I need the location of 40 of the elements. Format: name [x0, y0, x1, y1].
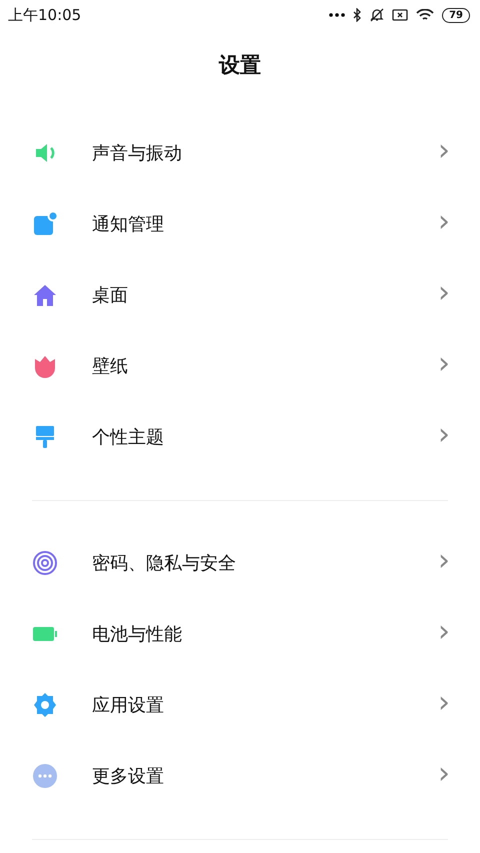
- battery-level: 79: [442, 8, 470, 22]
- home-icon: [32, 282, 58, 308]
- more-icon: [32, 763, 58, 789]
- item-label: 密码、隐私与安全: [92, 552, 237, 576]
- item-label: 电池与性能: [92, 622, 183, 646]
- item-label: 更多设置: [92, 764, 165, 788]
- settings-item[interactable]: 更多设置 ›: [0, 740, 480, 812]
- notification-icon: [32, 211, 58, 237]
- settings-item[interactable]: 密码、隐私与安全 ›: [0, 528, 480, 598]
- chevron-icon: ›: [438, 278, 450, 312]
- settings-item[interactable]: 声音与振动 ›: [0, 118, 480, 188]
- chevron-icon: ›: [438, 136, 450, 170]
- chevron-icon: ›: [438, 759, 450, 793]
- more-dots-icon: [329, 13, 346, 17]
- item-label: 个性主题: [92, 426, 165, 450]
- item-label: 应用设置: [92, 694, 165, 718]
- settings-item[interactable]: 桌面 ›: [0, 260, 480, 330]
- fingerprint-icon: [32, 550, 58, 576]
- chevron-icon: ›: [438, 546, 450, 580]
- settings-item[interactable]: 电池与性能 ›: [0, 598, 480, 670]
- settings-item[interactable]: 应用设置 ›: [0, 670, 480, 740]
- settings-item[interactable]: 通知管理 ›: [0, 188, 480, 260]
- chevron-icon: ›: [438, 688, 450, 722]
- chevron-icon: ›: [438, 349, 450, 383]
- status-time: 上午10:05: [8, 4, 82, 26]
- item-label: 桌面: [92, 284, 129, 308]
- page-title: 设置: [218, 52, 262, 79]
- wifi-icon: [416, 8, 434, 22]
- chevron-icon: ›: [438, 207, 450, 241]
- item-label: 声音与振动: [92, 142, 183, 166]
- settings-item[interactable]: 壁纸 ›: [0, 330, 480, 402]
- sim-icon: [392, 9, 408, 21]
- item-label: 通知管理: [92, 212, 165, 236]
- gear-icon: [32, 692, 58, 718]
- chevron-icon: ›: [438, 420, 450, 454]
- item-label: 壁纸: [92, 354, 129, 378]
- bluetooth-icon: [353, 8, 362, 22]
- settings-item[interactable]: 个性主题 ›: [0, 402, 480, 472]
- muted-bell-icon: [370, 8, 384, 22]
- chevron-icon: ›: [438, 617, 450, 651]
